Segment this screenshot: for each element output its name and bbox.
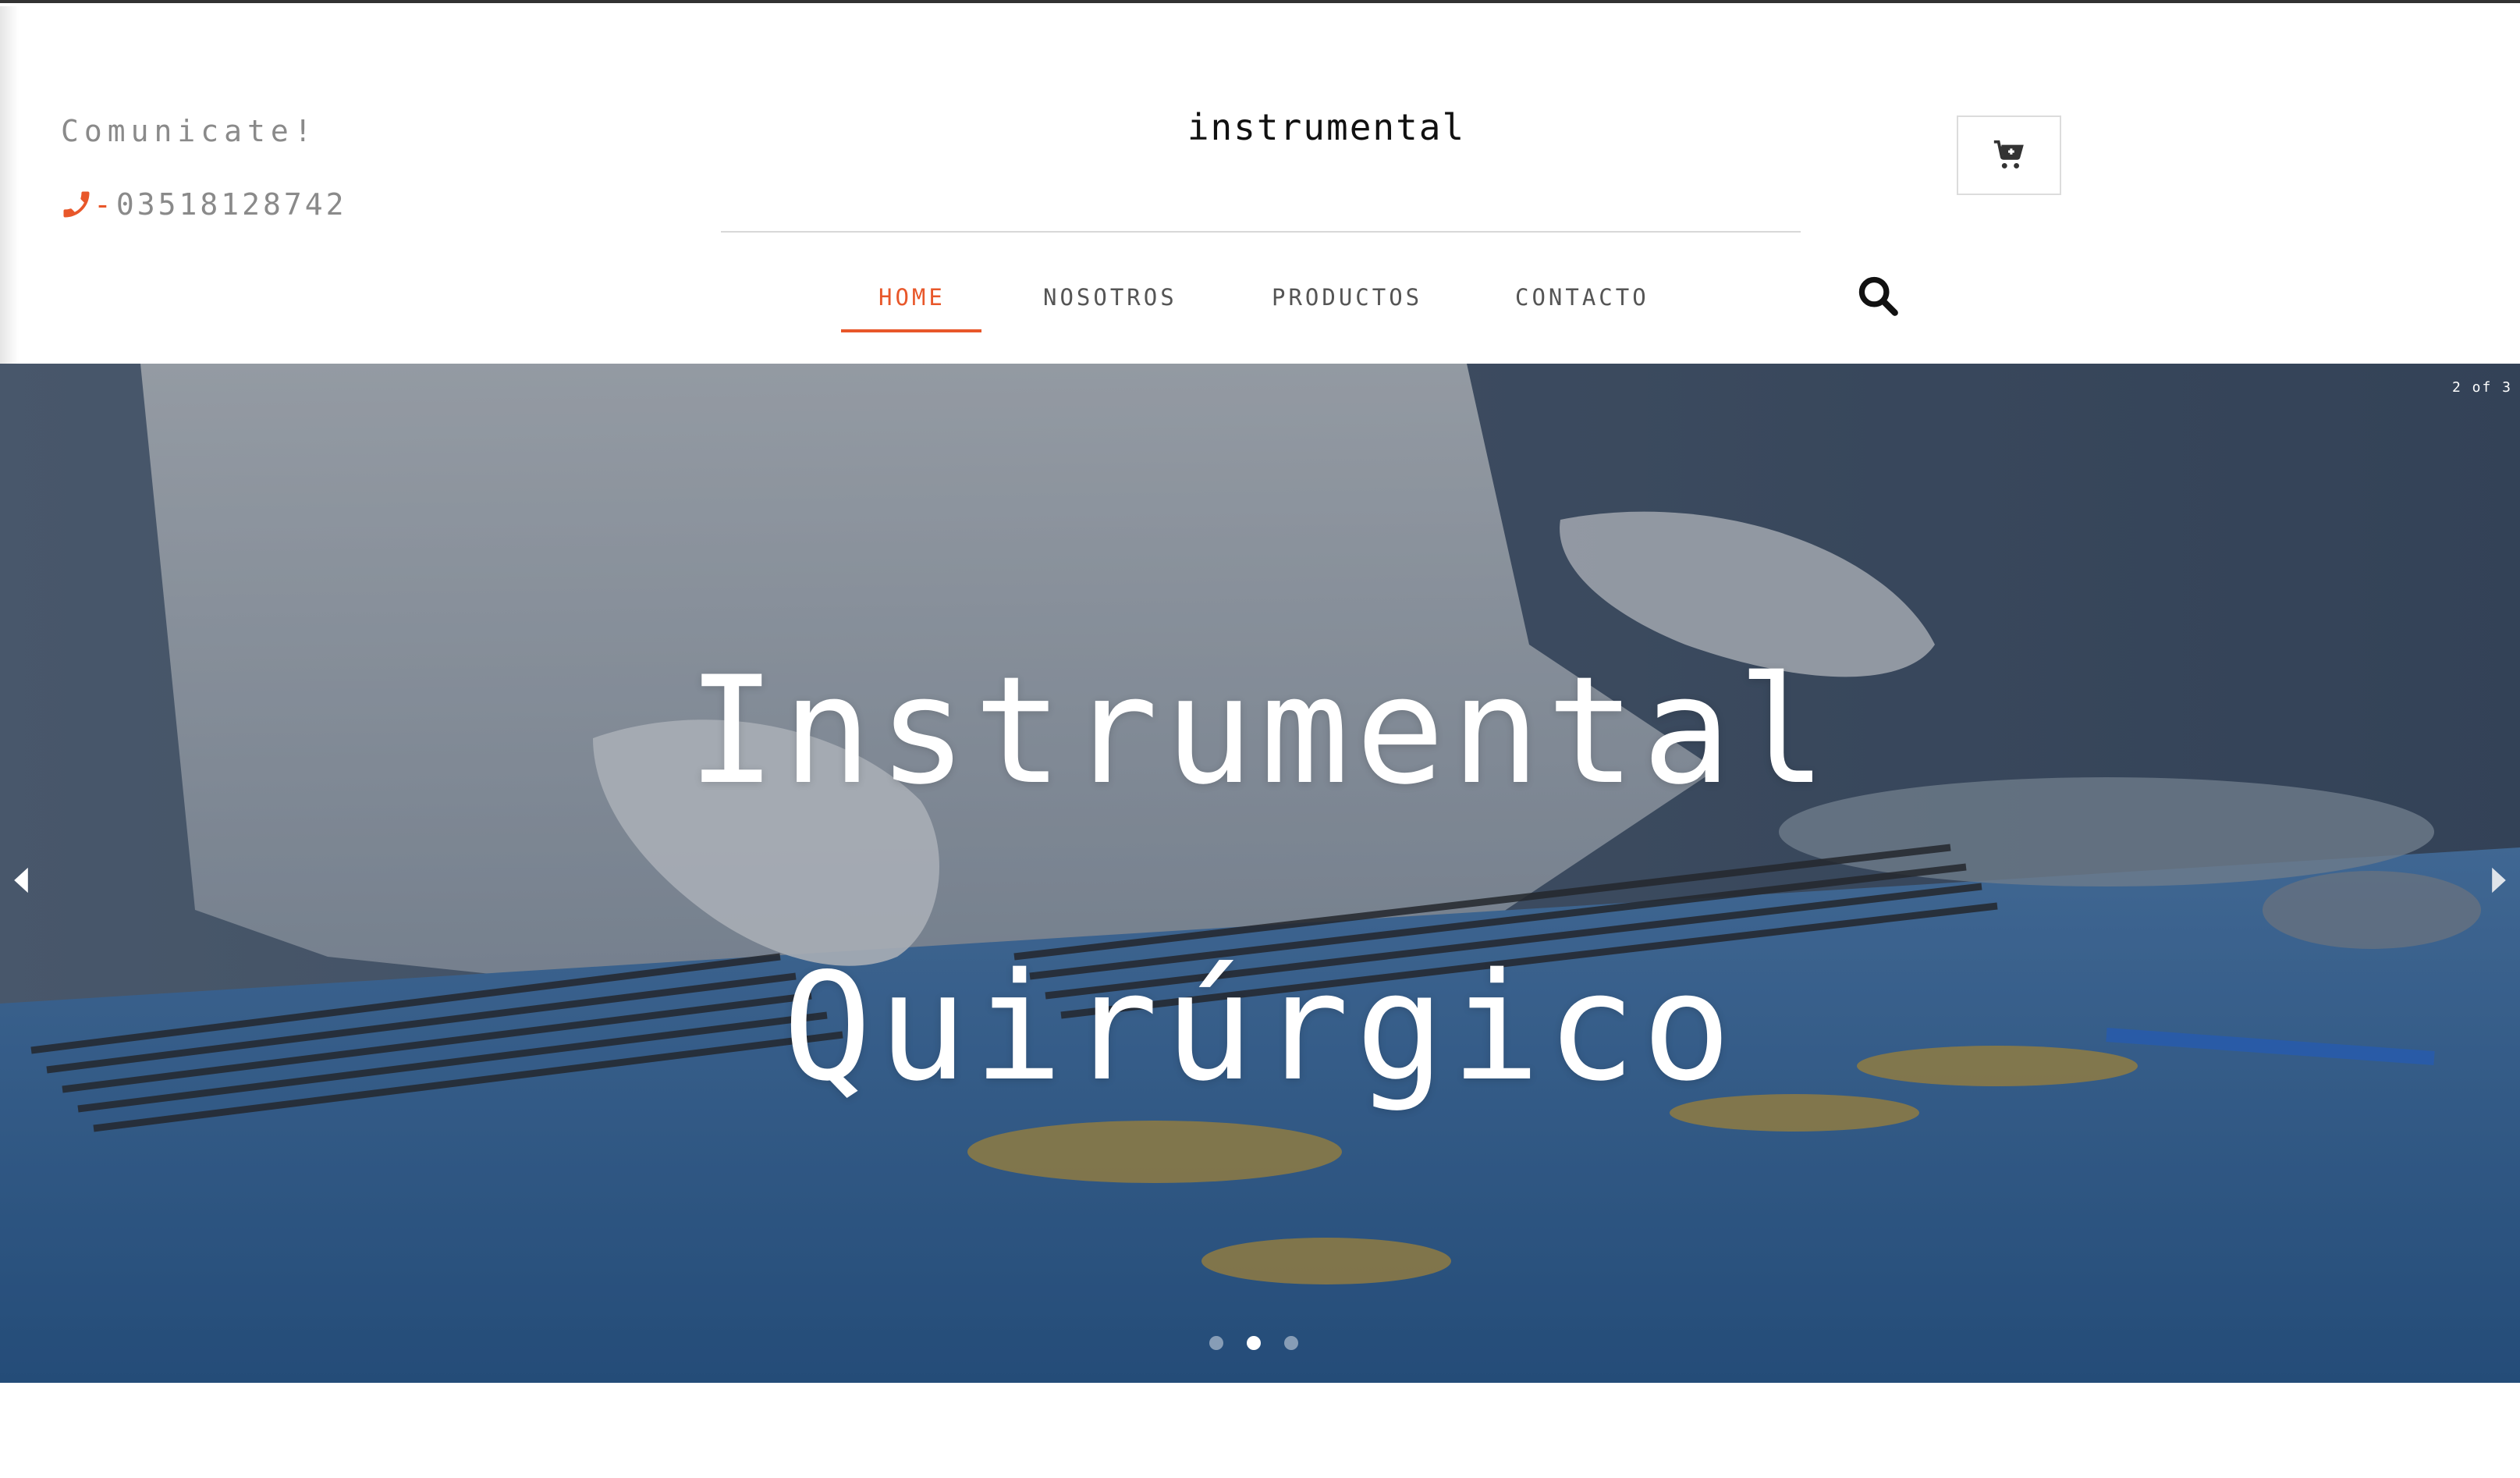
phone-prefix: - <box>94 187 115 222</box>
nav-contacto[interactable]: CONTACTO <box>1515 284 1649 311</box>
brand-divider <box>721 231 1801 233</box>
nav-home[interactable]: HOME <box>878 284 946 311</box>
main-nav: HOME NOSOTROS PRODUCTOS CONTACTO <box>0 276 2520 339</box>
cart-plus-icon <box>1993 140 2024 169</box>
search-icon[interactable] <box>1855 273 1901 318</box>
nav-active-indicator <box>841 329 981 332</box>
contact-title: Comunicate! <box>61 114 318 148</box>
slider-dot-3[interactable] <box>1284 1336 1298 1350</box>
site-brand[interactable]: instrumental <box>936 106 1716 148</box>
hero-slider: 2 of 3 Instrumental Quirúrgico <box>0 364 2520 1383</box>
slider-dot-1[interactable] <box>1209 1336 1223 1350</box>
nav-nosotros[interactable]: NOSOTROS <box>1043 284 1177 311</box>
site-header: Comunicate! - 03518128742 instrumental H… <box>0 3 2520 365</box>
hero-title-line-2: Quirúrgico <box>783 941 1737 1114</box>
slider-next-arrow-icon[interactable] <box>2487 863 2511 897</box>
phone-number: 03518128742 <box>115 187 347 222</box>
page-content-start <box>0 1383 2520 1478</box>
contact-phone[interactable]: - 03518128742 <box>59 187 347 222</box>
hero-title-line-1: Instrumental <box>687 645 1833 817</box>
slider-dot-2[interactable] <box>1247 1336 1261 1350</box>
slider-prev-arrow-icon[interactable] <box>9 863 33 897</box>
cart-button[interactable] <box>1957 115 2061 195</box>
hero-dim-overlay <box>0 364 2520 1383</box>
phone-icon <box>63 191 90 218</box>
nav-productos[interactable]: PRODUCTOS <box>1272 284 1422 311</box>
slider-dots <box>1209 1336 1298 1350</box>
slide-counter: 2 of 3 <box>2451 379 2512 396</box>
